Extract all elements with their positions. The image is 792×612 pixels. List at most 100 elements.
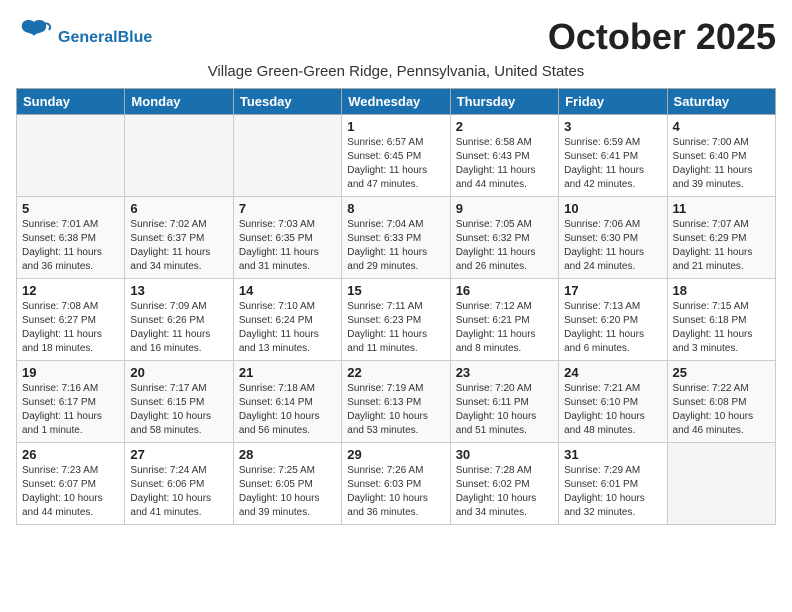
calendar-cell: 24 Sunrise: 7:21 AM Sunset: 6:10 PM Dayli… xyxy=(559,361,667,443)
calendar-cell: 26Sunrise: 7:23 AM Sunset: 6:07 PM Dayli… xyxy=(17,443,125,525)
day-info: Sunrise: 7:04 AM Sunset: 6:33 PM Dayligh… xyxy=(347,218,444,274)
calendar-cell: 29 Sunrise: 7:26 AM Sunset: 6:03 PM Dayli… xyxy=(342,443,450,525)
day-number: 19 xyxy=(22,365,119,380)
day-info: Sunrise: 7:03 AM Sunset: 6:35 PM Dayligh… xyxy=(239,218,336,274)
day-number: 2 xyxy=(456,119,553,134)
calendar-cell: 18 Sunrise: 7:15 AM Sunset: 6:18 PM Dayli… xyxy=(667,279,775,361)
calendar-cell: 10 Sunrise: 7:06 AM Sunset: 6:30 PM Dayli… xyxy=(559,197,667,279)
subtitle: Village Green-Green Ridge, Pennsylvania,… xyxy=(16,63,776,80)
calendar-header-row: SundayMondayTuesdayWednesdayThursdayFrid… xyxy=(17,89,776,115)
day-info: Sunrise: 7:12 AM Sunset: 6:21 PM Dayligh… xyxy=(456,300,553,356)
day-number: 3 xyxy=(564,119,661,134)
calendar-cell: 9Sunrise: 7:05 AM Sunset: 6:32 PM Daylig… xyxy=(450,197,558,279)
calendar-cell: 13 Sunrise: 7:09 AM Sunset: 6:26 PM Dayli… xyxy=(125,279,233,361)
day-info: Sunrise: 7:26 AM Sunset: 6:03 PM Dayligh… xyxy=(347,464,444,520)
day-info: Sunrise: 7:11 AM Sunset: 6:23 PM Dayligh… xyxy=(347,300,444,356)
day-number: 24 xyxy=(564,365,661,380)
day-number: 15 xyxy=(347,283,444,298)
calendar-cell: 20Sunrise: 7:17 AM Sunset: 6:15 PM Dayli… xyxy=(125,361,233,443)
day-number: 10 xyxy=(564,201,661,216)
calendar-cell: 14 Sunrise: 7:10 AM Sunset: 6:24 PM Dayli… xyxy=(233,279,341,361)
day-info: Sunrise: 7:13 AM Sunset: 6:20 PM Dayligh… xyxy=(564,300,661,356)
calendar-cell: 28 Sunrise: 7:25 AM Sunset: 6:05 PM Dayli… xyxy=(233,443,341,525)
calendar-cell: 8 Sunrise: 7:04 AM Sunset: 6:33 PM Daylig… xyxy=(342,197,450,279)
day-number: 13 xyxy=(130,283,227,298)
col-header-friday: Friday xyxy=(559,89,667,115)
day-info: Sunrise: 7:24 AM Sunset: 6:06 PM Dayligh… xyxy=(130,464,227,520)
calendar-cell: 5Sunrise: 7:01 AM Sunset: 6:38 PM Daylig… xyxy=(17,197,125,279)
col-header-monday: Monday xyxy=(125,89,233,115)
day-number: 31 xyxy=(564,447,661,462)
calendar-cell: 21 Sunrise: 7:18 AM Sunset: 6:14 PM Dayli… xyxy=(233,361,341,443)
day-info: Sunrise: 7:21 AM Sunset: 6:10 PM Dayligh… xyxy=(564,382,661,438)
calendar-cell: 15 Sunrise: 7:11 AM Sunset: 6:23 PM Dayli… xyxy=(342,279,450,361)
calendar-cell: 23Sunrise: 7:20 AM Sunset: 6:11 PM Dayli… xyxy=(450,361,558,443)
day-info: Sunrise: 7:16 AM Sunset: 6:17 PM Dayligh… xyxy=(22,382,119,438)
day-number: 29 xyxy=(347,447,444,462)
day-info: Sunrise: 6:58 AM Sunset: 6:43 PM Dayligh… xyxy=(456,136,553,192)
col-header-tuesday: Tuesday xyxy=(233,89,341,115)
col-header-wednesday: Wednesday xyxy=(342,89,450,115)
col-header-thursday: Thursday xyxy=(450,89,558,115)
logo-general: General xyxy=(58,29,118,46)
day-number: 30 xyxy=(456,447,553,462)
calendar-cell: 31 Sunrise: 7:29 AM Sunset: 6:01 PM Dayli… xyxy=(559,443,667,525)
day-info: Sunrise: 7:07 AM Sunset: 6:29 PM Dayligh… xyxy=(673,218,770,274)
day-number: 7 xyxy=(239,201,336,216)
calendar-cell: 25 Sunrise: 7:22 AM Sunset: 6:08 PM Dayli… xyxy=(667,361,775,443)
calendar-cell: 22 Sunrise: 7:19 AM Sunset: 6:13 PM Dayli… xyxy=(342,361,450,443)
calendar-cell: 27 Sunrise: 7:24 AM Sunset: 6:06 PM Dayli… xyxy=(125,443,233,525)
title-section: October 2025 xyxy=(548,16,776,58)
day-number: 27 xyxy=(130,447,227,462)
calendar-cell: 4 Sunrise: 7:00 AM Sunset: 6:40 PM Daylig… xyxy=(667,115,775,197)
day-info: Sunrise: 7:22 AM Sunset: 6:08 PM Dayligh… xyxy=(673,382,770,438)
calendar-cell: 11 Sunrise: 7:07 AM Sunset: 6:29 PM Dayli… xyxy=(667,197,775,279)
day-number: 4 xyxy=(673,119,770,134)
day-info: Sunrise: 7:19 AM Sunset: 6:13 PM Dayligh… xyxy=(347,382,444,438)
day-info: Sunrise: 7:09 AM Sunset: 6:26 PM Dayligh… xyxy=(130,300,227,356)
calendar-cell: 12Sunrise: 7:08 AM Sunset: 6:27 PM Dayli… xyxy=(17,279,125,361)
calendar-cell: 30Sunrise: 7:28 AM Sunset: 6:02 PM Dayli… xyxy=(450,443,558,525)
day-number: 1 xyxy=(347,119,444,134)
day-number: 21 xyxy=(239,365,336,380)
calendar-cell: 16 Sunrise: 7:12 AM Sunset: 6:21 PM Dayli… xyxy=(450,279,558,361)
day-info: Sunrise: 7:29 AM Sunset: 6:01 PM Dayligh… xyxy=(564,464,661,520)
page-header: GeneralBlue October 2025 xyxy=(16,16,776,59)
calendar-week-row: 26Sunrise: 7:23 AM Sunset: 6:07 PM Dayli… xyxy=(17,443,776,525)
calendar-cell: 3Sunrise: 6:59 AM Sunset: 6:41 PM Daylig… xyxy=(559,115,667,197)
logo-icon xyxy=(16,16,52,59)
day-number: 14 xyxy=(239,283,336,298)
month-title: October 2025 xyxy=(548,16,776,58)
day-number: 22 xyxy=(347,365,444,380)
day-number: 28 xyxy=(239,447,336,462)
calendar-cell xyxy=(125,115,233,197)
day-number: 11 xyxy=(673,201,770,216)
calendar-cell: 7 Sunrise: 7:03 AM Sunset: 6:35 PM Daylig… xyxy=(233,197,341,279)
day-info: Sunrise: 7:00 AM Sunset: 6:40 PM Dayligh… xyxy=(673,136,770,192)
day-info: Sunrise: 7:25 AM Sunset: 6:05 PM Dayligh… xyxy=(239,464,336,520)
calendar-cell xyxy=(667,443,775,525)
col-header-sunday: Sunday xyxy=(17,89,125,115)
calendar-week-row: 5Sunrise: 7:01 AM Sunset: 6:38 PM Daylig… xyxy=(17,197,776,279)
calendar-cell: 1 Sunrise: 6:57 AM Sunset: 6:45 PM Daylig… xyxy=(342,115,450,197)
calendar-week-row: 19 Sunrise: 7:16 AM Sunset: 6:17 PM Dayli… xyxy=(17,361,776,443)
day-number: 16 xyxy=(456,283,553,298)
day-number: 9 xyxy=(456,201,553,216)
calendar-cell xyxy=(17,115,125,197)
day-info: Sunrise: 7:17 AM Sunset: 6:15 PM Dayligh… xyxy=(130,382,227,438)
day-info: Sunrise: 6:57 AM Sunset: 6:45 PM Dayligh… xyxy=(347,136,444,192)
day-info: Sunrise: 7:10 AM Sunset: 6:24 PM Dayligh… xyxy=(239,300,336,356)
day-number: 18 xyxy=(673,283,770,298)
day-number: 26 xyxy=(22,447,119,462)
day-number: 8 xyxy=(347,201,444,216)
day-info: Sunrise: 7:15 AM Sunset: 6:18 PM Dayligh… xyxy=(673,300,770,356)
day-info: Sunrise: 7:01 AM Sunset: 6:38 PM Dayligh… xyxy=(22,218,119,274)
day-info: Sunrise: 7:18 AM Sunset: 6:14 PM Dayligh… xyxy=(239,382,336,438)
calendar-cell: 6Sunrise: 7:02 AM Sunset: 6:37 PM Daylig… xyxy=(125,197,233,279)
day-number: 17 xyxy=(564,283,661,298)
day-number: 25 xyxy=(673,365,770,380)
day-info: Sunrise: 7:06 AM Sunset: 6:30 PM Dayligh… xyxy=(564,218,661,274)
day-number: 23 xyxy=(456,365,553,380)
col-header-saturday: Saturday xyxy=(667,89,775,115)
day-info: Sunrise: 7:08 AM Sunset: 6:27 PM Dayligh… xyxy=(22,300,119,356)
